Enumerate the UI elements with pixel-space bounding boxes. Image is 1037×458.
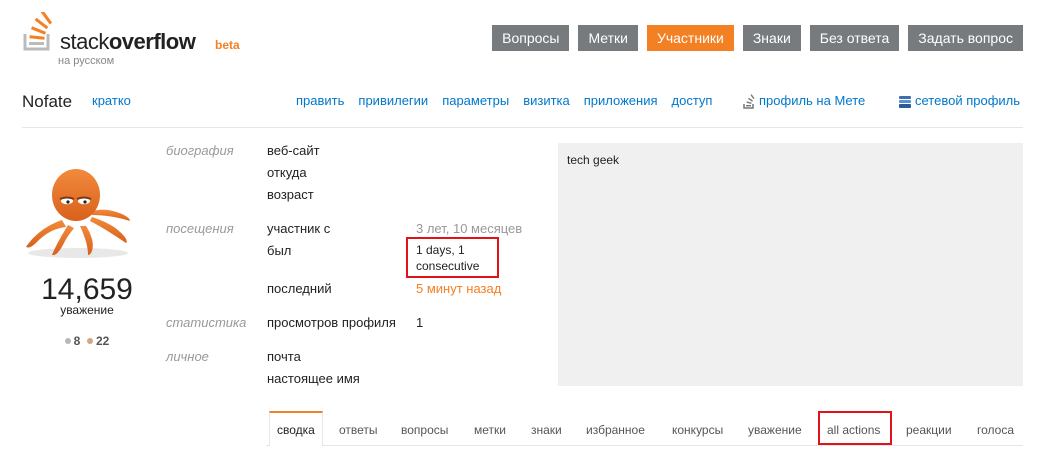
flair-link[interactable]: визитка: [523, 93, 570, 108]
stackoverflow-logo-icon: [23, 12, 53, 51]
tab-tags[interactable]: метки: [474, 423, 506, 437]
visits-section-label: посещения: [166, 221, 234, 236]
tab-bounties[interactable]: конкурсы: [672, 423, 723, 437]
network-profile-link[interactable]: сетевой профиль: [898, 93, 1020, 109]
tab-summary[interactable]: сводка: [269, 411, 323, 446]
silver-badge-count: 8: [73, 334, 81, 348]
logo-subtitle: на русском: [58, 55, 115, 67]
header-divider: [22, 127, 1023, 128]
tabs-baseline: [266, 445, 1023, 446]
location-label: откуда: [267, 165, 307, 180]
brief-profile-link[interactable]: кратко: [92, 93, 131, 108]
network-icon: [899, 95, 911, 108]
meta-profile-link[interactable]: профиль на Мете: [742, 93, 865, 109]
real-name-label: настоящее имя: [267, 371, 360, 386]
about-me-box: tech geek: [558, 143, 1023, 386]
nav-unanswered-button[interactable]: Без ответа: [809, 25, 900, 51]
profile-views-label: просмотров профиля: [267, 315, 396, 330]
edit-profile-link[interactable]: править: [296, 93, 344, 108]
user-action-links: править привилегии параметры визитка при…: [296, 93, 712, 108]
badge-counts[interactable]: 8 22: [22, 334, 152, 348]
nav-badges-button[interactable]: Знаки: [742, 25, 801, 51]
last-seen-value: 5 минут назад: [416, 281, 502, 296]
member-since-value: 3 лет, 10 месяцев: [416, 221, 523, 236]
bio-section-label: биография: [166, 143, 234, 158]
tab-votes[interactable]: голоса: [977, 423, 1014, 437]
tab-reputation[interactable]: уважение: [748, 423, 802, 437]
website-label: веб-сайт: [267, 143, 320, 158]
meta-icon: [743, 94, 755, 109]
octopus-avatar-icon: [26, 169, 130, 258]
privileges-link[interactable]: привилегии: [358, 93, 428, 108]
tab-badges[interactable]: знаки: [531, 423, 562, 437]
nav-questions-button[interactable]: Вопросы: [492, 25, 570, 51]
site-logo[interactable]: stackoverflow beta на русском: [22, 10, 262, 70]
tab-answers[interactable]: ответы: [339, 423, 378, 437]
profile-views-value: 1: [416, 315, 424, 330]
apps-link[interactable]: приложения: [584, 93, 658, 108]
tab-favorites[interactable]: избранное: [586, 423, 645, 437]
stats-section-label: статистика: [166, 315, 247, 330]
reputation-value: 14,659: [41, 273, 133, 306]
preferences-link[interactable]: параметры: [442, 93, 509, 108]
member-since-label: участник с: [267, 221, 331, 236]
reputation-label: уважение: [60, 303, 114, 317]
personal-section-label: личное: [166, 349, 209, 364]
bronze-badge-icon: [87, 337, 93, 344]
visited-value-line1: 1 days, 1: [416, 243, 465, 257]
nav-users-button[interactable]: Участники: [646, 25, 734, 51]
logo-beta-label: beta: [215, 38, 240, 52]
silver-badge-icon: [64, 337, 71, 344]
user-avatar[interactable]: [22, 165, 132, 260]
last-seen-label: последний: [267, 281, 332, 296]
user-display-name: Nofate: [22, 92, 73, 111]
access-link[interactable]: доступ: [672, 93, 713, 108]
nav-tags-button[interactable]: Метки: [578, 25, 638, 51]
nav-ask-question-button[interactable]: Задать вопрос: [908, 25, 1023, 51]
visited-value-line2: consecutive: [416, 259, 480, 273]
tab-all-actions[interactable]: all actions: [827, 423, 880, 437]
age-label: возраст: [267, 187, 314, 202]
top-nav: Вопросы Метки Участники Знаки Без ответа…: [492, 25, 1023, 51]
logo-wordmark: stackoverflow: [60, 29, 196, 54]
tab-questions[interactable]: вопросы: [401, 423, 448, 437]
about-me-text: tech geek: [567, 153, 620, 167]
bronze-badge-count: 22: [96, 334, 110, 348]
tab-responses[interactable]: реакции: [906, 423, 952, 437]
visited-label: был: [267, 243, 292, 258]
email-label: почта: [267, 349, 301, 364]
